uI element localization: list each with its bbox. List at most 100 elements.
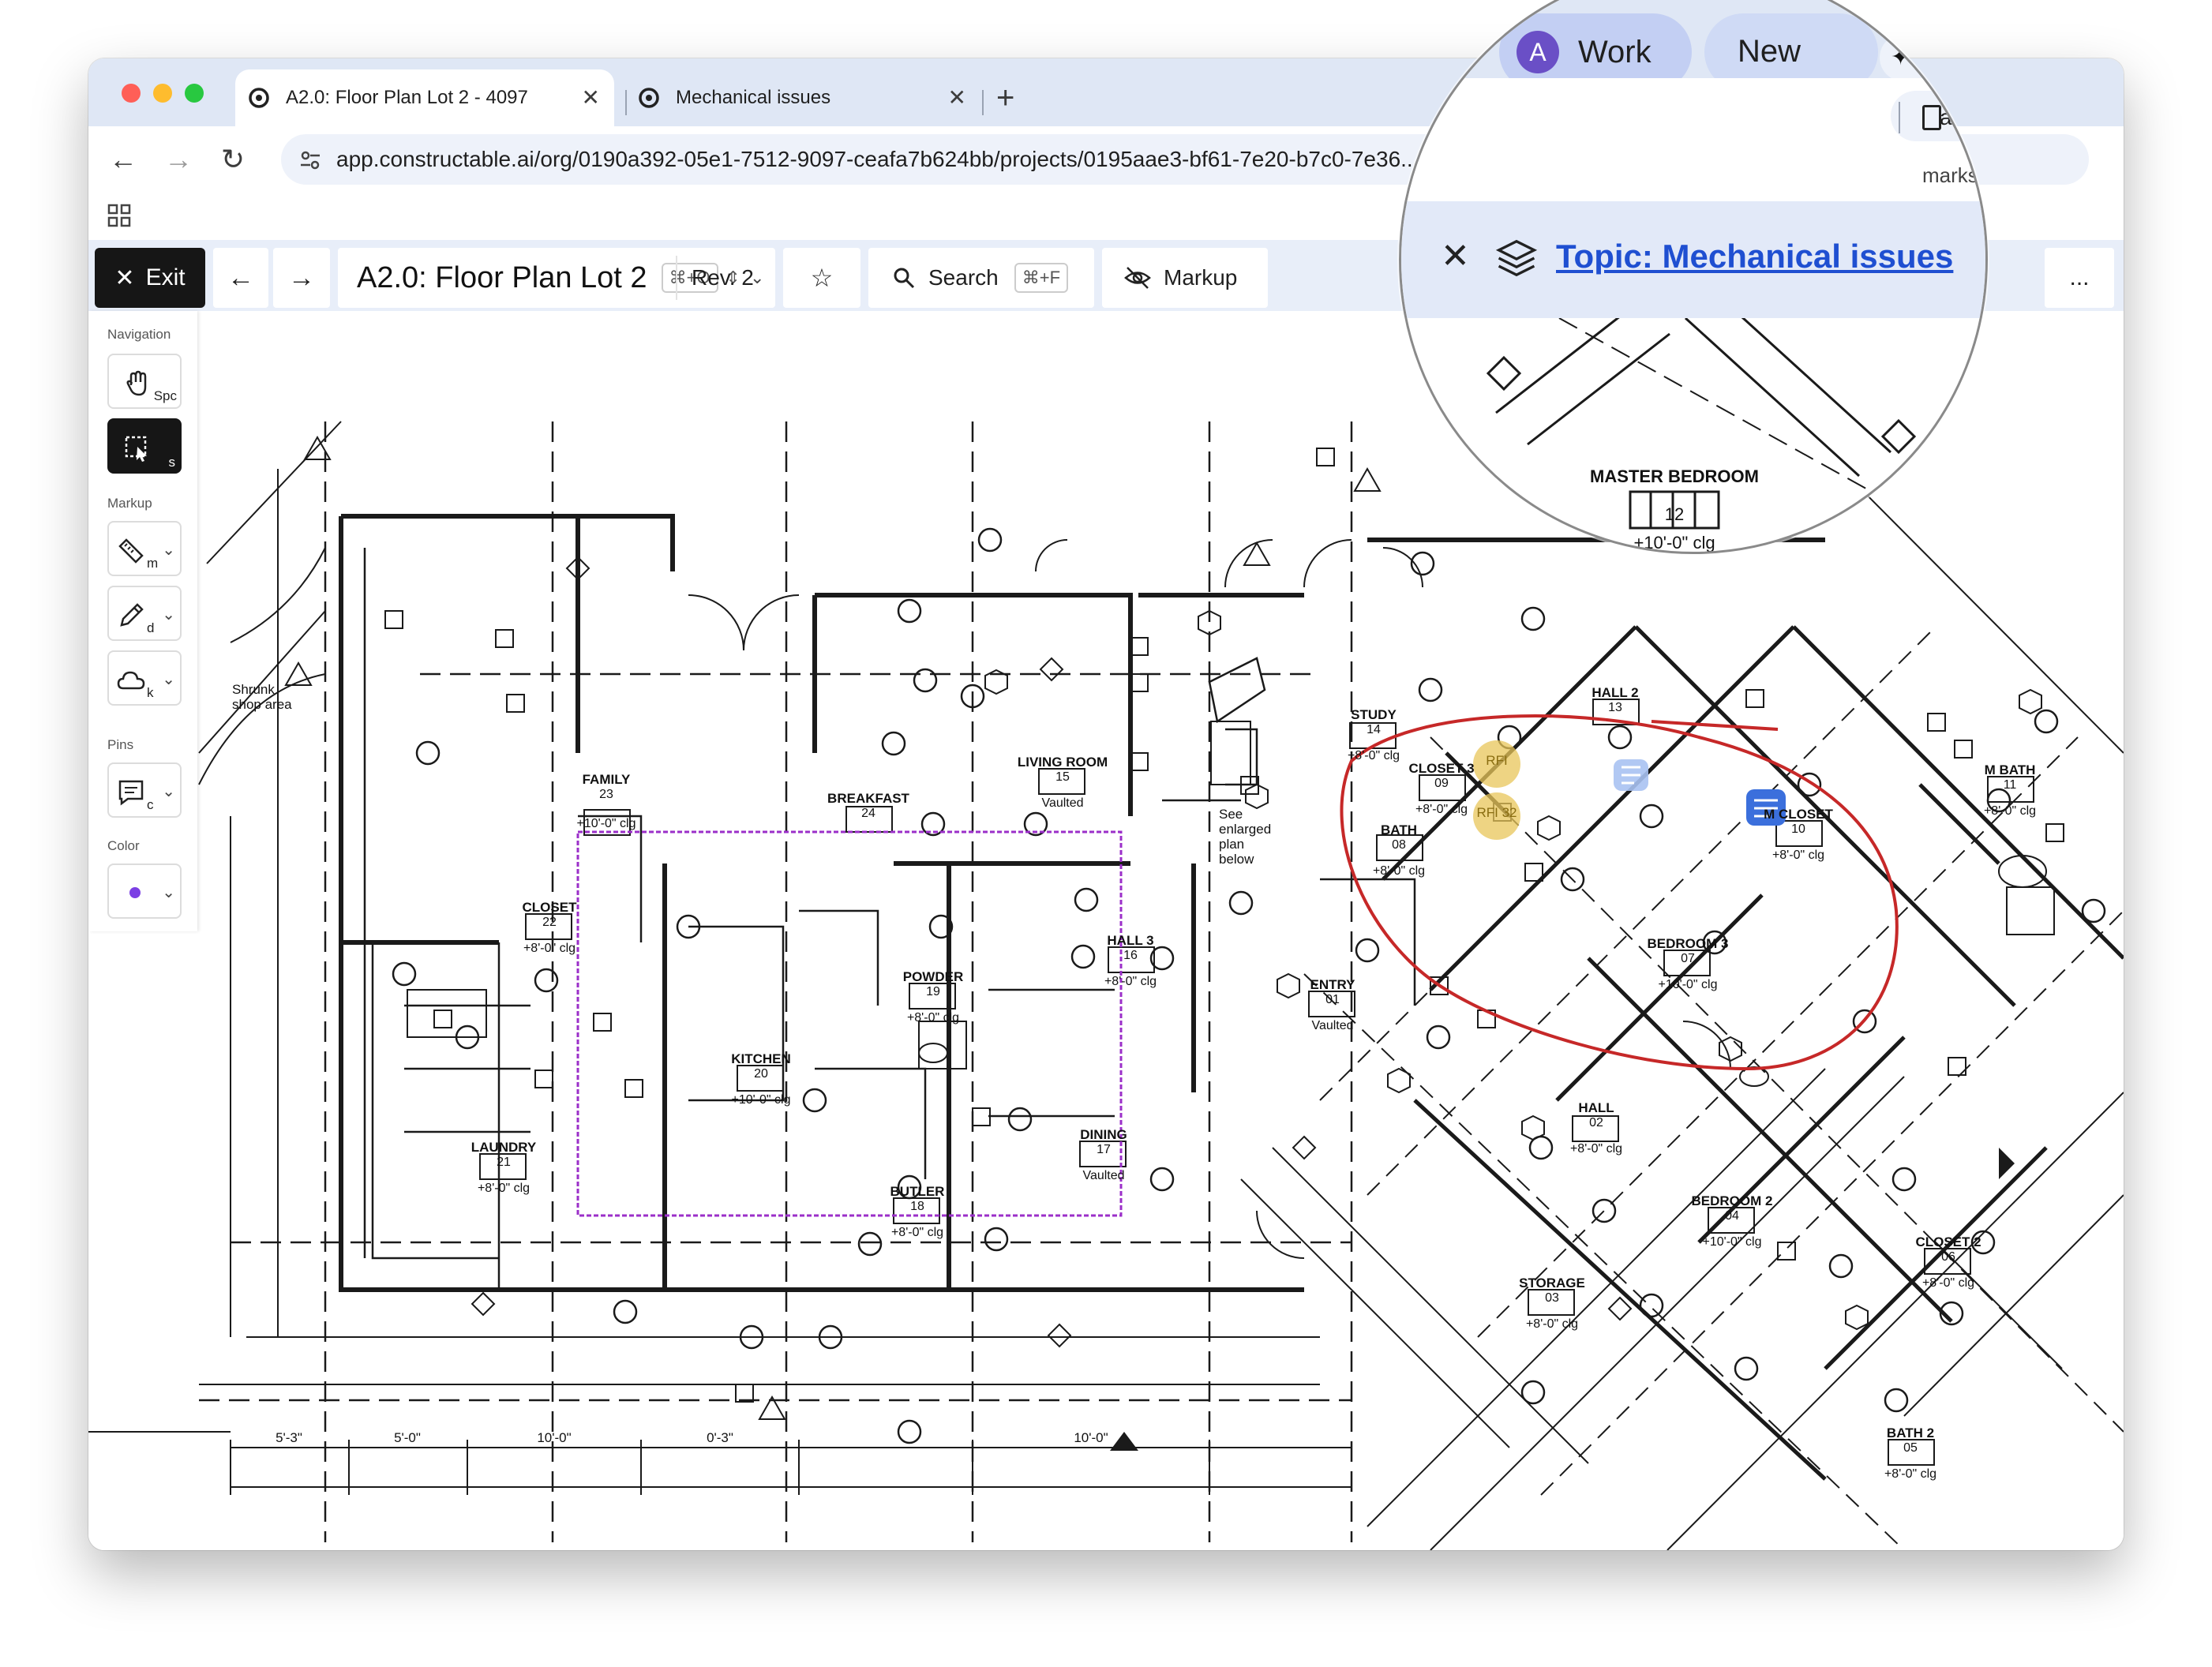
room-label: BREAKFAST 24	[827, 791, 909, 820]
tab-divider	[982, 90, 984, 115]
room-label: BUTLER 18 +8'-0" clg	[890, 1184, 945, 1239]
room-label: STORAGE 03 +8'-0" clg	[1519, 1276, 1585, 1331]
magnified-drawing	[1486, 318, 1981, 552]
shortcut-key: k	[147, 685, 154, 700]
shortcut-key: c	[147, 797, 154, 812]
room-label: CLOSET 22 +8'-0" clg	[522, 900, 577, 955]
eye-off-icon	[1124, 267, 1151, 289]
room-label: POWDER 19 +8'-0" clg	[902, 969, 964, 1025]
room-label: FAMILY 23 +10'-0" clg	[576, 772, 636, 830]
back-icon[interactable]: ←	[109, 142, 137, 177]
room-label: CLOSET 3 09 +8'-0" clg	[1408, 761, 1475, 816]
search-shortcut: ⌘+F	[1014, 263, 1069, 293]
previous-sheet-button[interactable]: ←	[213, 248, 268, 308]
star-button[interactable]: ☆	[783, 248, 860, 308]
magnified-bookmarks: marks	[1401, 149, 1985, 201]
room-label: LIVING ROOM 15 Vaulted	[1017, 755, 1108, 810]
room-label: M CLOSET 10 +8'-0" clg	[1764, 807, 1833, 862]
plan-note: Shrunk shop area	[232, 682, 292, 712]
ruler-icon	[118, 538, 144, 564]
room-label: LAUNDRY 21 +8'-0" clg	[471, 1140, 537, 1195]
extension-icon[interactable]	[1922, 105, 1941, 130]
pencil-icon	[120, 603, 144, 627]
close-topic-icon[interactable]: ✕	[1441, 236, 1470, 276]
topic-bar: ✕ Topic: Mechanical issues	[1401, 201, 1985, 318]
dimension-label: 5'-0"	[394, 1430, 421, 1445]
reload-icon[interactable]: ↻	[221, 142, 245, 177]
comment-pin-tool-button[interactable]: c ⌄	[107, 762, 182, 818]
tab-floor-plan[interactable]: A2.0: Floor Plan Lot 2 - 4097 ✕	[235, 69, 614, 126]
hand-tool-button[interactable]: Spc	[107, 354, 182, 409]
room-label: CLOSET 2 06 +8'-0" clg	[1915, 1234, 1981, 1290]
dimension-label: 10'-0"	[1074, 1430, 1108, 1445]
star-icon: ☆	[810, 264, 834, 292]
tab-title: A2.0: Floor Plan Lot 2 - 4097	[286, 87, 528, 108]
divider	[676, 256, 677, 300]
measure-tool-button[interactable]: m ⌄	[107, 521, 182, 576]
markup-label: Markup	[1164, 265, 1238, 290]
site-settings-icon[interactable]	[298, 148, 322, 172]
magnified-address-bar: able ⋮	[1891, 91, 1985, 141]
gemini-label: Gemini	[1922, 45, 1988, 69]
room-label: M BATH 11 +8'-0" clg	[1983, 762, 2037, 818]
chevron-down-icon[interactable]: ⌄	[162, 781, 175, 801]
draw-tool-button[interactable]: d ⌄	[107, 586, 182, 641]
comment-icon	[118, 780, 144, 806]
hand-icon	[126, 370, 147, 396]
chevron-down-icon[interactable]: ⌄	[162, 882, 175, 902]
new-label: New	[1738, 34, 1801, 69]
room-label: STUDY 14 +8'-0" clg	[1347, 707, 1400, 762]
search-icon	[894, 268, 915, 289]
more-options-button[interactable]: ...	[2045, 248, 2114, 308]
divider	[1899, 102, 1900, 133]
new-tab-button[interactable]: +	[996, 74, 1014, 122]
minimize-window-button[interactable]	[153, 84, 172, 103]
tab-mechanical-issues[interactable]: Mechanical issues ✕	[625, 69, 980, 126]
room-label: HALL 3 16 +8'-0" clg	[1104, 933, 1157, 988]
bookmarks-fragment: marks	[1922, 163, 1978, 187]
select-tool-button[interactable]: s	[107, 418, 182, 474]
chevron-down-icon[interactable]: ⌄	[162, 540, 175, 560]
magnified-room-note: +10'-0" clg	[1633, 533, 1715, 553]
constructable-logo-icon	[639, 88, 659, 108]
topic-link[interactable]: Topic: Mechanical issues	[1556, 238, 1953, 275]
sheet-title: A2.0: Floor Plan Lot 2	[357, 260, 647, 294]
exit-button[interactable]: ✕ Exit	[95, 248, 205, 308]
sheet-selector[interactable]: A2.0: Floor Plan Lot 2 ⌘+O ⇕ Rev. 2 ⌄	[338, 248, 775, 308]
next-sheet-button[interactable]: →	[273, 248, 330, 308]
chevron-down-icon[interactable]: ⌄	[162, 605, 175, 624]
color-swatch	[129, 887, 141, 898]
forward-icon[interactable]: →	[164, 142, 193, 177]
rfi-pin[interactable]: RFI 32	[1476, 805, 1517, 820]
room-label: BATH 2 05 +8'-0" clg	[1884, 1425, 1937, 1481]
shortcut-key: d	[147, 620, 155, 635]
magnified-room-number: 12	[1664, 504, 1685, 524]
markup-toggle-button[interactable]: Markup	[1102, 248, 1268, 308]
plan-note: See enlarged plan below	[1219, 807, 1272, 867]
navigation-section-label: Navigation	[107, 327, 171, 342]
cloud-tool-button[interactable]: k ⌄	[107, 650, 182, 706]
zoom-magnifier: A Work New ✦ Gemini able ⋮ marks ✕ Topic…	[1399, 0, 1988, 554]
chevron-down-icon[interactable]: ⌄	[162, 669, 175, 689]
close-window-button[interactable]	[122, 84, 141, 103]
apps-grid-icon[interactable]	[107, 204, 131, 227]
exit-label: Exit	[145, 264, 186, 290]
gemini-button[interactable]: ✦ Gemini	[1880, 34, 1988, 81]
color-picker-button[interactable]: ⌄	[107, 863, 182, 919]
search-label: Search	[928, 265, 999, 290]
dimension-label: 5'-3"	[276, 1430, 302, 1445]
chevron-down-icon: ⌄	[750, 268, 765, 287]
selection-cursor-icon	[125, 436, 147, 462]
magnified-room-label: MASTER BEDROOM	[1590, 466, 1759, 486]
tool-palette: Navigation Spc s Markup m ⌄ d ⌄ k ⌄ Pins…	[88, 311, 197, 931]
close-tab-icon[interactable]: ✕	[948, 87, 966, 109]
profile-name: Work	[1578, 34, 1652, 69]
shortcut-key: Spc	[153, 388, 177, 403]
revision-select[interactable]: Rev. 2	[692, 265, 754, 290]
zoom-window-button[interactable]	[185, 84, 204, 103]
rfi-pin[interactable]: RFI	[1486, 753, 1507, 768]
close-tab-icon[interactable]: ✕	[582, 87, 600, 109]
search-button[interactable]: Search ⌘+F	[868, 248, 1094, 308]
markup-section-label: Markup	[107, 496, 152, 511]
tab-title: Mechanical issues	[676, 87, 831, 108]
